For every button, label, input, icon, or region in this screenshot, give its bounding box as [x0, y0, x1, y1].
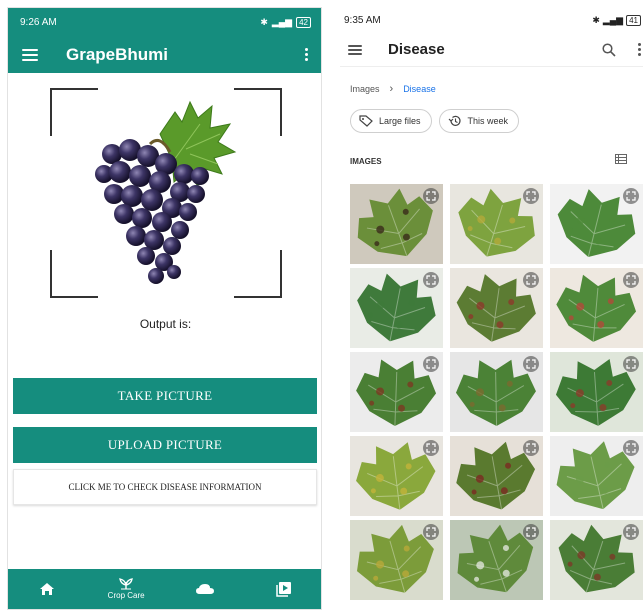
search-icon[interactable] — [602, 42, 616, 57]
image-thumbnail[interactable] — [350, 352, 443, 432]
expand-icon[interactable] — [423, 524, 439, 540]
chip-label: Large files — [379, 116, 421, 126]
nav-weather[interactable] — [175, 583, 235, 595]
expand-icon[interactable] — [523, 440, 539, 456]
folder-title: Disease — [388, 41, 445, 58]
output-label: Output is: — [139, 317, 192, 331]
tag-icon — [359, 115, 373, 127]
nav-home[interactable] — [17, 582, 77, 596]
bluetooth-icon: ✱ — [260, 16, 268, 27]
filter-chips: Large files This week — [350, 109, 520, 133]
expand-icon[interactable] — [423, 272, 439, 288]
cloud-icon — [195, 584, 214, 594]
image-thumbnail[interactable] — [550, 184, 643, 264]
check-disease-info-button[interactable]: CLICK ME TO CHECK DISEASE INFORMATION — [13, 469, 317, 505]
expand-icon[interactable] — [523, 272, 539, 288]
history-icon — [448, 115, 461, 126]
expand-icon[interactable] — [623, 272, 639, 288]
frame-corner — [234, 250, 282, 298]
image-thumbnail[interactable] — [550, 520, 643, 600]
image-thumbnail[interactable] — [350, 184, 443, 264]
image-thumbnail[interactable] — [350, 520, 443, 600]
expand-icon[interactable] — [623, 356, 639, 372]
frame-corner — [234, 88, 282, 136]
files-screen: 9:35 AM ✱ ▂▄▆ 41 Disease Images › Diseas… — [340, 7, 643, 610]
list-view-icon[interactable] — [615, 154, 627, 164]
bottom-navigation: Crop Care — [8, 569, 321, 609]
section-label: IMAGES — [350, 157, 382, 166]
image-thumbnail[interactable] — [450, 184, 543, 264]
status-time: 9:26 AM — [20, 16, 57, 28]
image-thumbnail[interactable] — [550, 268, 643, 348]
menu-icon[interactable] — [348, 44, 362, 55]
signal-icon: ▂▄▆ — [602, 14, 624, 25]
expand-icon[interactable] — [523, 524, 539, 540]
home-icon — [40, 583, 55, 595]
expand-icon[interactable] — [623, 524, 639, 540]
signal-icon: ▂▄▆ — [271, 16, 293, 27]
battery-icon: 42 — [296, 16, 311, 28]
status-time: 9:35 AM — [344, 14, 381, 26]
more-options-icon[interactable] — [301, 48, 311, 61]
app-title: GrapeBhumi — [66, 44, 169, 64]
app-bar: GrapeBhumi — [8, 36, 321, 73]
grape-image — [95, 100, 237, 284]
image-thumbnail[interactable] — [450, 352, 543, 432]
menu-icon[interactable] — [22, 48, 38, 61]
app-bar: Disease — [340, 33, 643, 67]
bluetooth-icon: ✱ — [592, 14, 600, 25]
battery-icon: 41 — [626, 14, 641, 26]
chip-this-week[interactable]: This week — [438, 109, 520, 133]
video-library-icon — [275, 582, 291, 597]
grapebhumi-screen: 9:26 AM ✱ ▂▄▆ 42 GrapeBhumi Output is: T… — [7, 7, 322, 610]
image-thumbnail[interactable] — [350, 268, 443, 348]
image-thumbnail[interactable] — [450, 268, 543, 348]
expand-icon[interactable] — [523, 188, 539, 204]
expand-icon[interactable] — [623, 188, 639, 204]
nav-label: Crop Care — [107, 591, 145, 600]
status-bar: 9:26 AM ✱ ▂▄▆ 42 — [8, 8, 321, 36]
upload-picture-button[interactable]: UPLOAD PICTURE — [13, 427, 317, 463]
status-bar: 9:35 AM ✱ ▂▄▆ 41 — [340, 7, 643, 33]
nav-videos[interactable] — [254, 581, 314, 597]
image-preview — [50, 88, 282, 298]
image-thumbnail[interactable] — [350, 436, 443, 516]
expand-icon[interactable] — [423, 356, 439, 372]
status-icons: ✱ ▂▄▆ 41 — [592, 14, 641, 26]
expand-icon[interactable] — [423, 440, 439, 456]
chevron-right-icon: › — [389, 83, 394, 95]
image-grid — [350, 184, 643, 600]
image-thumbnail[interactable] — [550, 436, 643, 516]
image-thumbnail[interactable] — [550, 352, 643, 432]
chip-label: This week — [467, 116, 509, 126]
expand-icon[interactable] — [423, 188, 439, 204]
nav-crop-care[interactable]: Crop Care — [96, 578, 156, 600]
breadcrumb: Images › Disease — [350, 83, 436, 95]
sprout-icon — [119, 578, 134, 590]
chip-large-files[interactable]: Large files — [350, 109, 432, 133]
expand-icon[interactable] — [623, 440, 639, 456]
image-thumbnail[interactable] — [450, 436, 543, 516]
breadcrumb-disease[interactable]: Disease — [403, 84, 436, 94]
image-thumbnail[interactable] — [450, 520, 543, 600]
take-picture-button[interactable]: TAKE PICTURE — [13, 378, 317, 414]
more-options-icon[interactable] — [638, 43, 641, 56]
breadcrumb-images[interactable]: Images — [350, 84, 380, 94]
status-icons: ✱ ▂▄▆ 42 — [260, 16, 311, 28]
expand-icon[interactable] — [523, 356, 539, 372]
